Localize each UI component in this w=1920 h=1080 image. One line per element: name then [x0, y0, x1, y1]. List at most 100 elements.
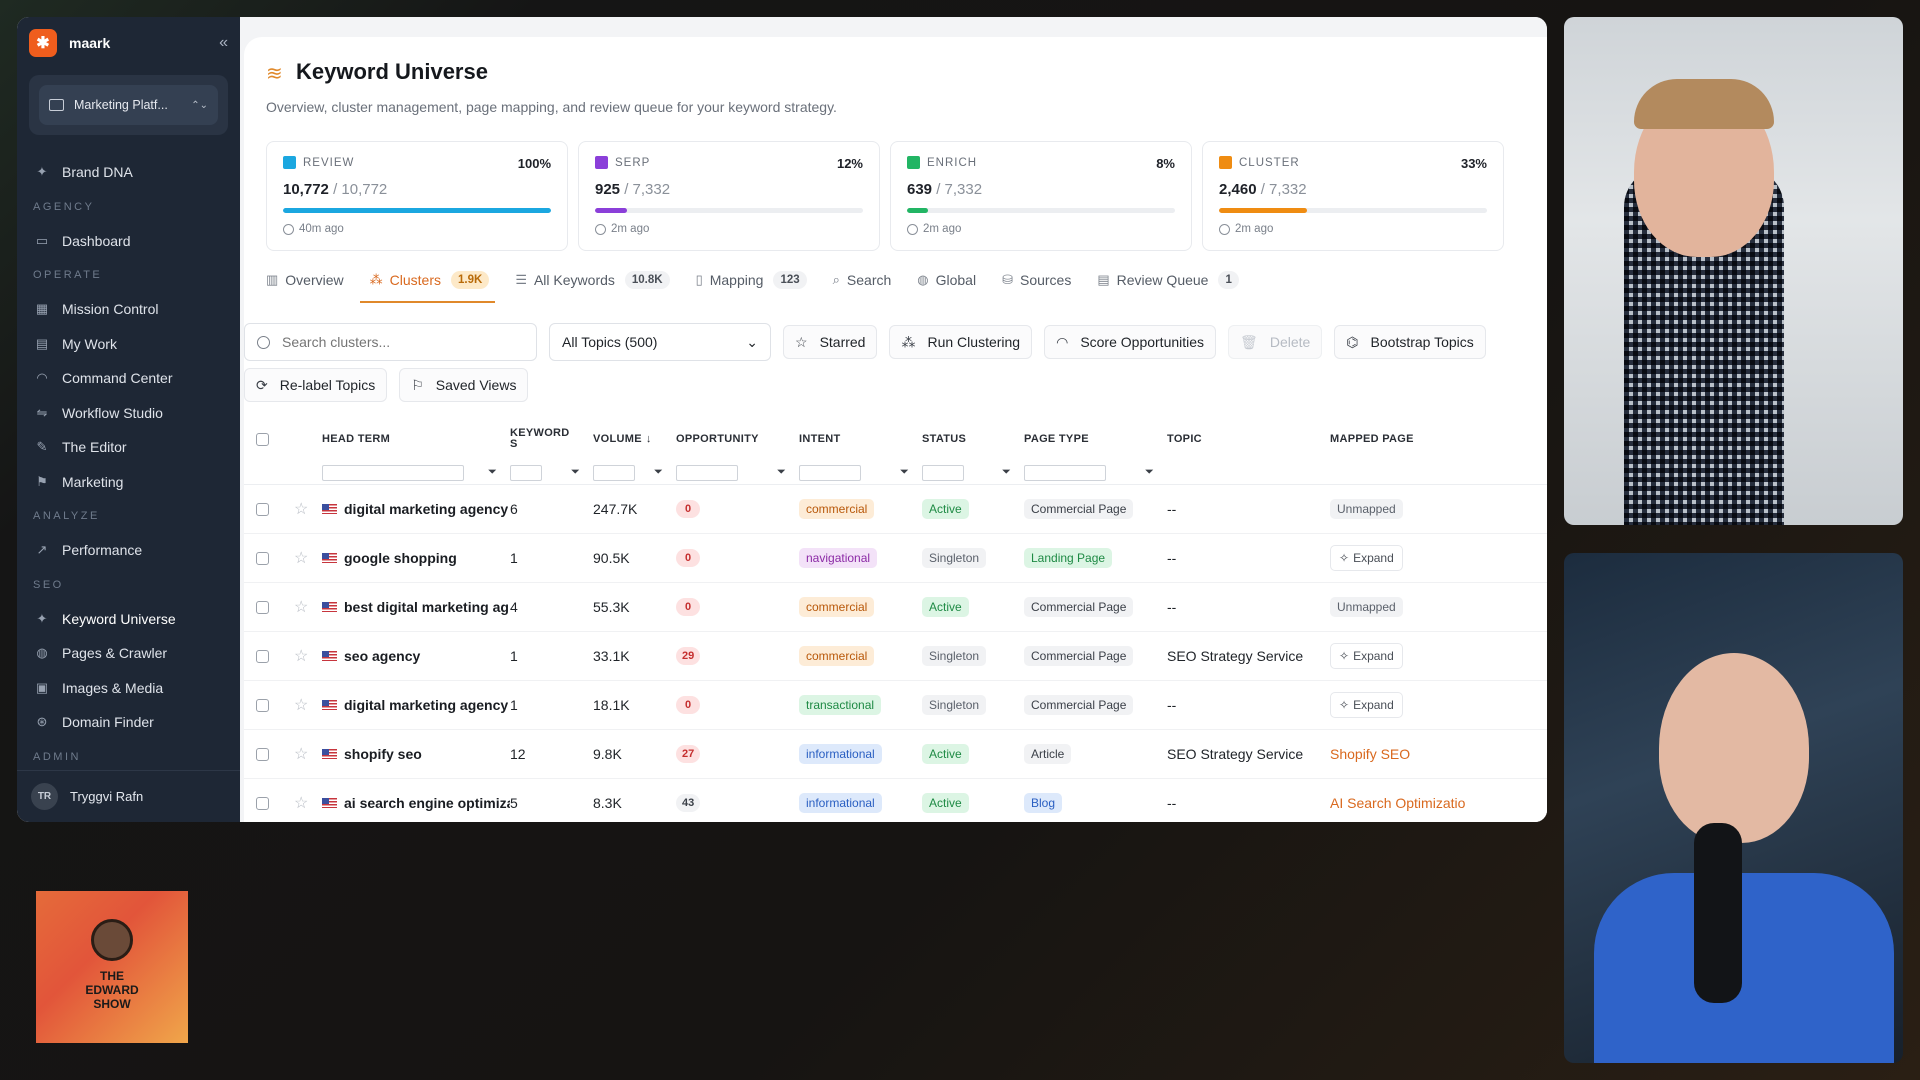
row-checkbox[interactable]: [256, 796, 269, 810]
sidebar-item-the-editor[interactable]: ✎ The Editor: [17, 430, 240, 465]
head-term[interactable]: seo agency: [344, 648, 420, 664]
filter-input[interactable]: [676, 464, 738, 481]
star-icon[interactable]: ☆: [294, 499, 308, 519]
marketing-icon: ⚑: [36, 473, 48, 489]
star-icon[interactable]: ☆: [294, 646, 308, 666]
table-row[interactable]: ☆ ai search engine optimiza 5 8.3K 43 informa…: [244, 779, 1547, 822]
table-row[interactable]: ☆ seo agency 1 33.1K 29 commercial Singleton Co…: [244, 632, 1547, 681]
filter-input[interactable]: [593, 464, 635, 481]
star-icon[interactable]: ☆: [294, 548, 308, 568]
star-icon[interactable]: ☆: [294, 793, 308, 813]
filter-input[interactable]: [510, 464, 542, 481]
filter-icon[interactable]: ⏷: [777, 466, 786, 479]
topic-select[interactable]: All Topics (500) ⌄: [549, 323, 771, 361]
sidebar-item-pages-crawler[interactable]: ◍ Pages & Crawler: [17, 636, 240, 671]
head-term[interactable]: google shopping: [344, 550, 457, 566]
tab-all-keywords[interactable]: ☰ All Keywords 10.8K: [515, 263, 670, 297]
collapse-sidebar-icon[interactable]: «: [219, 34, 228, 52]
table-row[interactable]: ☆ google shopping 1 90.5K 0 navigational Singl…: [244, 534, 1547, 583]
column-header-volume[interactable]: VOLUME ↓: [593, 433, 676, 445]
sidebar-item-label: Domain Finder: [62, 714, 154, 731]
score-opportunities-button[interactable]: ◠ Score Opportunities: [1044, 325, 1217, 359]
row-checkbox[interactable]: [256, 502, 269, 516]
head-term[interactable]: best digital marketing ag: [344, 599, 509, 615]
filter-input[interactable]: [922, 464, 964, 481]
sidebar-item-mission-control[interactable]: ▦ Mission Control: [17, 292, 240, 327]
saved-views-button[interactable]: ⚐ Saved Views: [399, 368, 529, 402]
row-checkbox[interactable]: [256, 698, 269, 712]
head-term[interactable]: digital marketing agency: [344, 697, 508, 713]
head-term[interactable]: digital marketing agency: [344, 501, 508, 517]
sidebar-item-domain-finder[interactable]: ⊛ Domain Finder: [17, 705, 240, 740]
starred-button[interactable]: ☆ Starred: [783, 325, 878, 359]
column-header-status[interactable]: STATUS: [922, 433, 1024, 445]
sidebar-item-brand-dna[interactable]: ✦ Brand DNA: [17, 155, 240, 190]
score-opportunities-label: Score Opportunities: [1080, 334, 1205, 350]
search-input[interactable]: [282, 334, 512, 350]
header-select-all[interactable]: [244, 432, 294, 446]
head-term[interactable]: ai search engine optimiza: [344, 795, 510, 811]
star-icon[interactable]: ☆: [294, 744, 308, 764]
sidebar-item-command-center[interactable]: ◠ Command Center: [17, 361, 240, 396]
table-row[interactable]: ☆ digital marketing agency 1 18.1K 0 transact…: [244, 681, 1547, 730]
page-type-badge: Landing Page: [1024, 548, 1113, 568]
filter-input[interactable]: [1024, 464, 1106, 481]
cell-star: ☆: [294, 695, 322, 715]
filter-icon[interactable]: ⏷: [900, 466, 909, 479]
row-checkbox[interactable]: [256, 600, 269, 614]
filter-icon[interactable]: ⏷: [488, 466, 497, 479]
tab-global[interactable]: ◍ Global: [917, 263, 976, 297]
delete-button[interactable]: 🗑 Delete: [1228, 325, 1323, 359]
sidebar-item-performance[interactable]: ↗ Performance: [17, 533, 240, 568]
column-header-intent[interactable]: INTENT: [799, 433, 922, 445]
mapped-page-link[interactable]: Shopify SEO: [1330, 746, 1410, 762]
row-checkbox[interactable]: [256, 551, 269, 565]
column-header-mapped-page[interactable]: MAPPED PAGE: [1330, 433, 1470, 445]
sidebar-item-keyword-universe[interactable]: ✦ Keyword Universe: [17, 602, 240, 637]
bootstrap-topics-button[interactable]: ⌬ Bootstrap Topics: [1334, 325, 1486, 359]
column-header-head-term[interactable]: HEAD TERM: [322, 433, 510, 445]
tab-mapping[interactable]: ▯ Mapping 123: [696, 263, 807, 297]
head-term[interactable]: shopify seo: [344, 746, 422, 762]
run-clustering-button[interactable]: ⁂ Run Clustering: [889, 325, 1033, 359]
column-header-page-type[interactable]: PAGE TYPE: [1024, 433, 1167, 445]
expand-button[interactable]: ✧ Expand: [1330, 692, 1403, 718]
tab-review-queue[interactable]: ▤ Review Queue 1: [1097, 263, 1239, 297]
filter-icon[interactable]: ⏷: [1002, 466, 1011, 479]
table-row[interactable]: ☆ best digital marketing ag 4 55.3K 0 commerc…: [244, 583, 1547, 632]
relabel-topics-button[interactable]: ⟳ Re-label Topics: [244, 368, 388, 402]
filter-input[interactable]: [322, 464, 464, 481]
filter-icon[interactable]: ⏷: [571, 466, 580, 479]
workspace-label: Marketing Platf...: [74, 98, 168, 112]
expand-button[interactable]: ✧ Expand: [1330, 643, 1403, 669]
volume-value: 33.1K: [593, 648, 630, 664]
tab-sources[interactable]: ⛁ Sources: [1002, 263, 1071, 297]
workspace-selector[interactable]: Marketing Platf... ⌃⌄: [39, 85, 218, 125]
tab-overview[interactable]: ▥ Overview: [266, 263, 344, 297]
star-icon[interactable]: ☆: [294, 695, 308, 715]
user-profile[interactable]: TR Tryggvi Rafn: [17, 770, 240, 822]
column-header-opportunity[interactable]: OPPORTUNITY: [676, 433, 799, 445]
table-row[interactable]: ☆ digital marketing agency 6 247.7K 0 commerc…: [244, 485, 1547, 534]
sidebar-item-dashboard[interactable]: ▭ Dashboard: [17, 224, 240, 259]
sidebar-item-my-work[interactable]: ▤ My Work: [17, 327, 240, 362]
column-header-keywords[interactable]: KEYWORD S: [510, 428, 593, 450]
expand-button[interactable]: ✧ Expand: [1330, 545, 1403, 571]
search-clusters-field[interactable]: [244, 323, 537, 361]
tab-search[interactable]: ⌕ Search: [833, 263, 892, 297]
select-all-checkbox[interactable]: [256, 432, 269, 446]
filter-icon[interactable]: ⏷: [654, 466, 663, 479]
mapped-page-link[interactable]: AI Search Optimizatio: [1330, 795, 1465, 811]
tab-clusters[interactable]: ⁂ Clusters 1.9K: [359, 263, 495, 303]
star-icon[interactable]: ☆: [294, 597, 308, 617]
filter-input[interactable]: [799, 464, 861, 481]
table-header: HEAD TERM KEYWORD S VOLUME ↓ OPPORTUNITY INT…: [244, 417, 1547, 461]
column-header-topic[interactable]: TOPIC: [1167, 433, 1330, 445]
row-checkbox[interactable]: [256, 649, 269, 663]
filter-icon[interactable]: ⏷: [1145, 466, 1154, 479]
table-row[interactable]: ☆ shopify seo 12 9.8K 27 informational Active A…: [244, 730, 1547, 779]
sidebar-item-workflow-studio[interactable]: ⇋ Workflow Studio: [17, 396, 240, 431]
sidebar-item-marketing[interactable]: ⚑ Marketing: [17, 465, 240, 500]
sidebar-item-images-media[interactable]: ▣ Images & Media: [17, 671, 240, 706]
row-checkbox[interactable]: [256, 747, 269, 761]
